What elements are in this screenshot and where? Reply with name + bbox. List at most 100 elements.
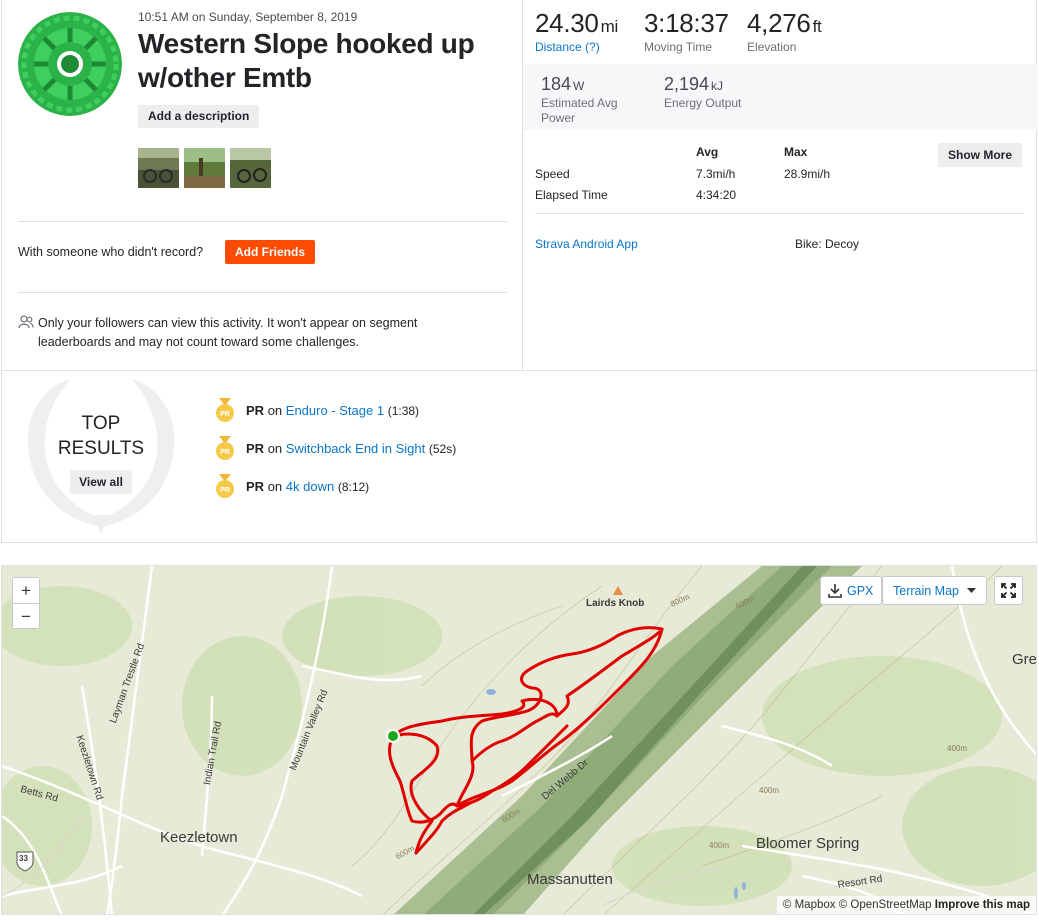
pr-on-text: on	[267, 479, 283, 494]
avg-header: Avg	[696, 145, 719, 159]
view-all-button[interactable]: View all	[70, 470, 132, 494]
zoom-controls: + −	[12, 577, 40, 629]
map-label-massanutten: Massanutten	[527, 871, 613, 888]
add-friends-button[interactable]: Add Friends	[225, 240, 316, 264]
photo-thumbnail[interactable]	[138, 148, 179, 188]
followers-icon	[18, 315, 34, 329]
start-marker-icon	[386, 729, 400, 743]
speed-max: 28.9mi/h	[784, 167, 831, 181]
activity-title[interactable]: Western Slope hooked up w/other Emtb	[138, 27, 508, 95]
contour-label: 400m	[709, 841, 730, 850]
power-value: 184	[541, 74, 572, 94]
fullscreen-icon	[1001, 583, 1016, 598]
segment-time: (52s)	[428, 442, 457, 456]
terrain-map-label: Terrain Map	[893, 583, 959, 598]
map-label-lairds-knob: Lairds Knob	[586, 598, 645, 609]
activity-card: 10:51 AM on Sunday, September 8, 2019 We…	[1, 0, 1038, 543]
segment-link[interactable]: Enduro - Stage 1	[286, 403, 384, 418]
power-unit: W	[573, 79, 585, 93]
with-someone-text: With someone who didn't record?	[18, 245, 204, 259]
divider	[2, 370, 1038, 371]
segment-time: (1:38)	[387, 404, 420, 418]
privacy-notice: Only your followers can view this activi…	[18, 314, 488, 352]
pr-label: PR	[246, 441, 265, 456]
map-label-route-33: 33	[19, 854, 28, 863]
bike-info: Bike: Decoy	[795, 237, 860, 251]
pr-medal-icon: PR	[214, 398, 236, 424]
download-icon	[828, 583, 842, 598]
attribution-mapbox[interactable]: © Mapbox	[783, 899, 836, 911]
max-header: Max	[784, 145, 808, 159]
activity-map[interactable]: Lairds Knob Keezletown Massanutten Bloom…	[1, 565, 1037, 915]
divider	[535, 213, 1024, 214]
energy-value: 2,194	[664, 74, 710, 94]
elevation-label: Elevation	[747, 40, 797, 54]
pr-medal-icon: PR	[214, 436, 236, 462]
primary-stats: 24.30 mi Distance (?) 3:18:37 Moving Time…	[523, 0, 1038, 64]
divider	[18, 292, 507, 293]
device-link[interactable]: Strava Android App	[535, 237, 638, 251]
pr-medal-icon: PR	[214, 474, 236, 500]
activity-photos	[138, 148, 271, 188]
list-item: PR PR on Switchback End in Sight (52s)	[214, 434, 456, 472]
privacy-text: Only your followers can view this activi…	[38, 316, 418, 349]
top-results-line2: RESULTS	[57, 438, 145, 459]
stat-power: 184 W Estimated Avg Power	[541, 74, 636, 126]
energy-unit: kJ	[711, 79, 724, 93]
distance-label[interactable]: Distance (?)	[535, 40, 618, 54]
secondary-stats: 184 W Estimated Avg Power 2,194 kJ Energy …	[523, 64, 1038, 130]
show-more-button[interactable]: Show More	[938, 143, 1023, 167]
pr-badge-text: PR	[220, 487, 230, 494]
power-label: Estimated Avg Power	[541, 96, 618, 125]
moving-time-value: 3:18:37	[644, 8, 729, 38]
gpx-download-button[interactable]: GPX	[820, 576, 883, 605]
distance-unit: mi	[600, 17, 619, 36]
energy-label: Energy Output	[664, 96, 742, 110]
gpx-label: GPX	[847, 583, 874, 598]
pr-label: PR	[246, 403, 265, 418]
divider	[18, 221, 507, 222]
segment-time: (8:12)	[337, 480, 370, 494]
segment-link[interactable]: 4k down	[286, 479, 334, 494]
pr-label: PR	[246, 479, 265, 494]
elevation-unit: ft	[812, 17, 822, 36]
pr-list: PR PR on Enduro - Stage 1 (1:38) PR PR o…	[214, 396, 456, 510]
top-results-line1: TOP	[81, 413, 121, 434]
photo-thumbnail[interactable]	[184, 148, 225, 188]
contour-label: 400m	[947, 744, 968, 753]
attribution-osm[interactable]: © OpenStreetMap	[839, 899, 932, 911]
improve-map-link[interactable]: Improve this map	[935, 899, 1030, 911]
pr-on-text: on	[267, 403, 283, 418]
map-label-keezletown: Keezletown	[160, 829, 238, 846]
speed-label: Speed	[535, 167, 570, 181]
zoom-in-button[interactable]: +	[13, 578, 39, 603]
stat-distance: 24.30 mi Distance (?)	[535, 8, 618, 54]
top-results-badge: TOP RESULTS View all	[20, 377, 182, 535]
pr-badge-text: PR	[220, 411, 230, 418]
segment-link[interactable]: Switchback End in Sight	[286, 441, 425, 456]
stat-elevation: 4,276 ft Elevation	[747, 8, 822, 54]
speed-avg: 7.3mi/h	[696, 167, 736, 181]
athlete-avatar[interactable]	[18, 12, 122, 116]
zoom-out-button[interactable]: −	[13, 603, 39, 628]
list-item: PR PR on Enduro - Stage 1 (1:38)	[214, 396, 456, 434]
add-description-button[interactable]: Add a description	[138, 105, 260, 128]
chevron-down-icon	[967, 587, 976, 593]
activity-datetime: 10:51 AM on Sunday, September 8, 2019	[138, 10, 358, 24]
map-label-bloomer-spring: Bloomer Spring	[756, 835, 860, 852]
moving-time-label: Moving Time	[644, 40, 713, 54]
stat-energy: 2,194 kJ Energy Output	[664, 74, 759, 111]
elapsed-time-avg: 4:34:20	[696, 188, 737, 202]
elapsed-time-label: Elapsed Time	[535, 188, 608, 202]
top-results-title: TOP RESULTS	[20, 411, 182, 461]
map-label-gre: Gre	[1012, 651, 1037, 668]
map-terrain	[2, 566, 1036, 914]
pr-badge-text: PR	[220, 449, 230, 456]
distance-value: 24.30	[535, 8, 599, 38]
activity-summary: 10:51 AM on Sunday, September 8, 2019 We…	[2, 0, 523, 370]
pr-on-text: on	[267, 441, 283, 456]
terrain-map-dropdown[interactable]: Terrain Map	[882, 576, 987, 605]
photo-thumbnail[interactable]	[230, 148, 271, 188]
map-attribution: © Mapbox © OpenStreetMap Improve this ma…	[776, 896, 1036, 914]
fullscreen-button[interactable]	[994, 576, 1023, 605]
